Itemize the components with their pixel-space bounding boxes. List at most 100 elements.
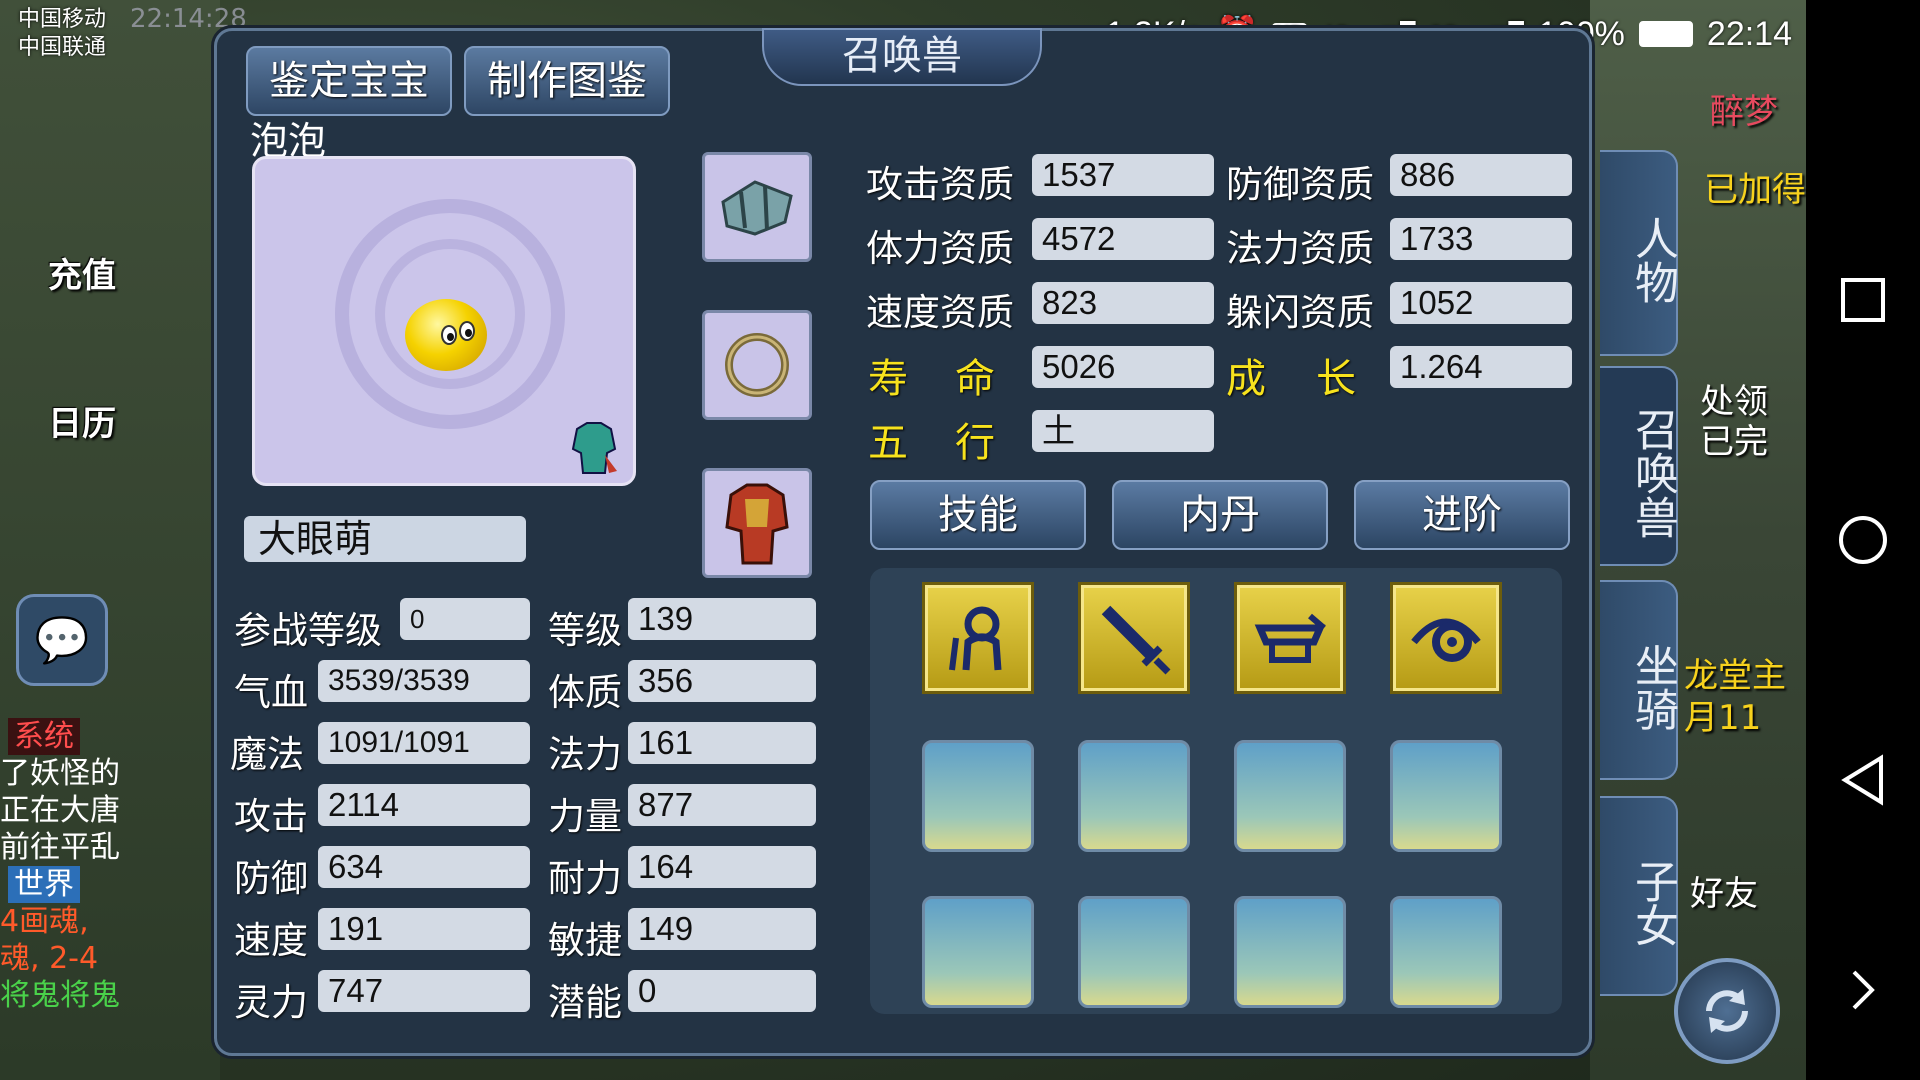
strength-label: 力量 [548, 795, 622, 838]
equip-slot-bracer[interactable] [702, 152, 812, 262]
empty-skill-slot[interactable] [1390, 740, 1502, 852]
mp-value: 1091/1091 [318, 722, 530, 764]
speed-label: 速度 [234, 919, 308, 962]
growth-label-1: 成 [1226, 356, 1266, 402]
armor-icon [725, 483, 789, 565]
make-catalog-tab[interactable]: 制作图鉴 [464, 46, 670, 116]
constitution-label: 体质 [548, 671, 622, 714]
growth-label-2: 长 [1316, 356, 1356, 402]
lifespan-value: 5026 [1032, 346, 1214, 388]
chat-tag-system: 系统 [8, 718, 80, 755]
equip-slot-armor[interactable] [702, 468, 812, 578]
spirit-label: 灵力 [234, 981, 308, 1024]
recharge-button[interactable]: 充值 [48, 248, 116, 297]
mouth-jaw-icon [1254, 613, 1326, 663]
chat-line: 正在大唐 [0, 793, 120, 828]
pet-sprite [405, 299, 487, 371]
magic-power-value: 161 [628, 722, 816, 764]
empty-skill-slot[interactable] [1078, 896, 1190, 1008]
refresh-button[interactable] [1674, 958, 1780, 1064]
hp-label: 气血 [234, 671, 308, 714]
hp-aptitude-value: 4572 [1032, 218, 1214, 260]
pet-portrait [252, 156, 636, 486]
magic-aptitude-value: 1733 [1390, 218, 1572, 260]
carrier-1: 中国移动 [18, 7, 107, 32]
lifespan-label-2: 命 [955, 356, 995, 402]
chat-line: 魂, 2-4 [0, 941, 99, 976]
speed-aptitude-value: 823 [1032, 282, 1214, 324]
inner-dan-tab-button[interactable]: 内丹 [1112, 480, 1328, 550]
chat-bubble-icon[interactable]: 💬 [16, 594, 108, 686]
tab-character[interactable]: 人物 [1600, 150, 1678, 356]
dodge-aptitude-label: 躲闪资质 [1226, 291, 1374, 334]
sword-icon [1101, 605, 1171, 675]
speed-aptitude-label: 速度资质 [866, 291, 1014, 334]
skill-slot-1[interactable] [922, 582, 1034, 694]
hud-text: 醉梦 [1710, 92, 1778, 132]
battle-level-value: 0 [400, 598, 530, 640]
chat-log: 系统 了妖怪的 正在大唐 前往平乱 世界 4画魂, 魂, 2-4 将鬼将鬼 [0, 718, 130, 1038]
pet-species-field[interactable]: 大眼萌 [244, 516, 526, 562]
advance-tab-button[interactable]: 进阶 [1354, 480, 1570, 550]
potential-value: 0 [628, 970, 816, 1012]
constitution-value: 356 [628, 660, 816, 702]
endurance-label: 耐力 [548, 857, 622, 900]
hp-value: 3539/3539 [318, 660, 530, 702]
battery-icon [1638, 21, 1693, 47]
chat-line: 4画魂, [0, 904, 89, 939]
attack-value: 2114 [318, 784, 530, 826]
hud-text: 月11 [1684, 698, 1762, 738]
calendar-button[interactable]: 日历 [48, 396, 116, 445]
skill-slot-4[interactable] [1390, 582, 1502, 694]
chat-line: 前往平乱 [0, 830, 120, 865]
level-label: 等级 [548, 609, 622, 652]
hud-text: 已完 [1700, 422, 1768, 462]
agility-value: 149 [628, 908, 816, 950]
friends-button[interactable]: 好友 [1690, 866, 1758, 915]
skills-tab-button[interactable]: 技能 [870, 480, 1086, 550]
tab-children[interactable]: 子女 [1600, 796, 1678, 996]
skill-slot-2[interactable] [1078, 582, 1190, 694]
spirit-value: 747 [318, 970, 530, 1012]
agility-label: 敏捷 [548, 919, 622, 962]
defense-aptitude-label: 防御资质 [1226, 163, 1374, 206]
empty-skill-slot[interactable] [1234, 896, 1346, 1008]
tab-mount[interactable]: 坐骑 [1600, 580, 1678, 780]
chat-line: 将鬼将鬼 [0, 978, 120, 1013]
identify-pet-tab[interactable]: 鉴定宝宝 [246, 46, 452, 116]
potential-label: 潜能 [548, 981, 622, 1024]
empty-skill-slot[interactable] [1234, 740, 1346, 852]
hp-aptitude-label: 体力资质 [866, 227, 1014, 270]
chat-line: 了妖怪的 [0, 756, 120, 791]
summon-figure-icon [949, 606, 1002, 671]
defense-label: 防御 [234, 857, 308, 900]
armor-equipped-icon[interactable] [565, 419, 623, 477]
empty-skill-slot[interactable] [922, 896, 1034, 1008]
element-value: 土 [1032, 410, 1214, 452]
panel-title: 召唤兽 [762, 28, 1042, 86]
hud-text: 已加得 [1704, 170, 1806, 210]
level-value: 139 [628, 598, 816, 640]
carrier-2: 中国联通 [18, 35, 107, 60]
ring-icon [725, 333, 789, 397]
chevron-right-icon[interactable] [1835, 962, 1891, 1018]
defense-value: 634 [318, 846, 530, 888]
pet-eye [459, 321, 475, 341]
empty-skill-slot[interactable] [1078, 740, 1190, 852]
attack-aptitude-value: 1537 [1032, 154, 1214, 196]
home-button[interactable] [1835, 512, 1891, 568]
endurance-value: 164 [628, 846, 816, 888]
skill-slot-3[interactable] [1234, 582, 1346, 694]
dodge-aptitude-value: 1052 [1390, 282, 1572, 324]
empty-skill-slot[interactable] [922, 740, 1034, 852]
back-button[interactable] [1835, 752, 1891, 808]
empty-skill-slot[interactable] [1390, 896, 1502, 1008]
refresh-icon [1706, 989, 1748, 1033]
attack-aptitude-label: 攻击资质 [866, 163, 1014, 206]
battle-level-label: 参战等级 [234, 609, 382, 652]
equip-slot-ring[interactable] [702, 310, 812, 420]
chat-tag-world: 世界 [8, 866, 80, 903]
carrier-info: 中国移动 中国联通 [18, 6, 106, 62]
recent-apps-button[interactable] [1835, 272, 1891, 328]
tab-summon[interactable]: 召唤兽 [1600, 366, 1678, 566]
